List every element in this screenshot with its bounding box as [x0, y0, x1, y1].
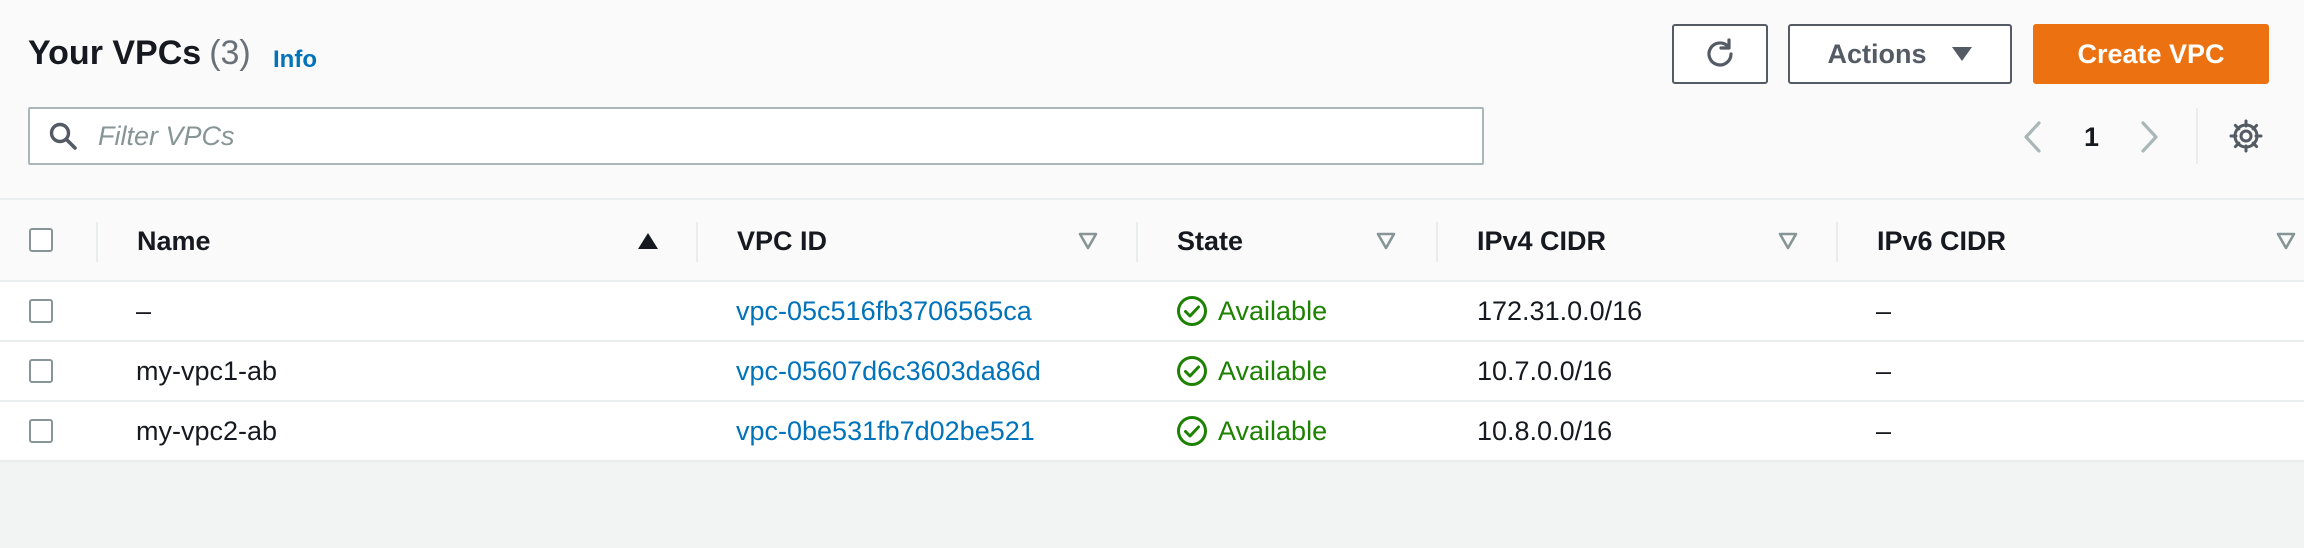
state-label: Available: [1218, 295, 1328, 326]
table-row[interactable]: my-vpc1-ab vpc-05607d6c3603da86d Availab…: [0, 342, 2304, 402]
page-title: Your VPCs (3): [28, 34, 251, 73]
vpc-count: (3): [209, 34, 251, 72]
column-separator: [96, 222, 98, 262]
ipv6-cidr: –: [1876, 355, 1892, 386]
refresh-icon: [1707, 38, 1733, 67]
column-header-state[interactable]: State: [1177, 200, 1243, 282]
info-link[interactable]: Info: [273, 46, 317, 74]
ipv4-cidr: 172.31.0.0/16: [1477, 295, 1643, 326]
vpc-table: Name VPC ID State IPv4 CIDR IPv6 CIDR – …: [0, 198, 2304, 462]
refresh-button[interactable]: [1672, 24, 1768, 84]
vpc-list-page: Your VPCs (3) Info Actions Create VPC Fi…: [0, 0, 2304, 548]
table-row[interactable]: – vpc-05c516fb3706565ca Available 172.31…: [0, 282, 2304, 342]
vpc-name: –: [136, 295, 152, 326]
table-row[interactable]: my-vpc2-ab vpc-0be531fb7d02be521 Availab…: [0, 402, 2304, 462]
row-checkbox[interactable]: [29, 419, 53, 443]
filter-box[interactable]: [28, 107, 1484, 165]
row-checkbox[interactable]: [29, 299, 53, 323]
vpc-name: my-vpc1-ab: [136, 355, 278, 386]
chevron-right-icon: [2141, 121, 2158, 153]
column-header-name[interactable]: Name: [137, 200, 211, 282]
sort-icon[interactable]: [2276, 232, 2296, 250]
ipv6-cidr: –: [1876, 415, 1892, 446]
state-label: Available: [1218, 355, 1328, 386]
column-header-vpc-id[interactable]: VPC ID: [737, 200, 827, 282]
column-separator: [696, 222, 698, 262]
column-header-ipv6-cidr[interactable]: IPv6 CIDR: [1877, 200, 2006, 282]
row-checkbox[interactable]: [29, 359, 53, 383]
vpc-id-link[interactable]: vpc-05c516fb3706565ca: [736, 282, 1032, 340]
sort-icon[interactable]: [1376, 232, 1396, 250]
actions-label: Actions: [1827, 38, 1927, 69]
sort-icon[interactable]: [1078, 232, 1098, 250]
page-title-text: Your VPCs: [28, 34, 202, 72]
gear-icon: [2229, 119, 2263, 153]
chevron-left-icon: [2024, 121, 2041, 153]
vpc-state: Available: [1176, 402, 1327, 460]
vpc-id-link[interactable]: vpc-05607d6c3603da86d: [736, 342, 1041, 400]
next-page-button[interactable]: [2140, 112, 2160, 162]
pager-divider: [2196, 108, 2198, 164]
current-page[interactable]: 1: [2084, 112, 2099, 162]
column-separator: [1436, 222, 1438, 262]
ipv6-cidr: –: [1876, 295, 1892, 326]
state-label: Available: [1218, 415, 1328, 446]
caret-down-icon: [1951, 47, 1972, 61]
ipv4-cidr: 10.8.0.0/16: [1477, 415, 1613, 446]
select-all-checkbox[interactable]: [29, 228, 53, 252]
filter-vpcs-input[interactable]: [96, 119, 1460, 153]
vpc-state: Available: [1176, 282, 1327, 340]
vpc-name: my-vpc2-ab: [136, 415, 278, 446]
check-circle-icon: [1177, 356, 1207, 386]
search-icon: [30, 121, 96, 151]
ipv4-cidr: 10.7.0.0/16: [1477, 355, 1613, 386]
sort-icon[interactable]: [1778, 232, 1798, 250]
column-header-ipv4-cidr[interactable]: IPv4 CIDR: [1477, 200, 1606, 282]
create-vpc-button[interactable]: Create VPC: [2033, 24, 2269, 84]
column-separator: [1836, 222, 1838, 262]
previous-page-button[interactable]: [2022, 112, 2042, 162]
settings-button[interactable]: [2228, 118, 2264, 159]
vpc-id-link[interactable]: vpc-0be531fb7d02be521: [736, 402, 1035, 460]
table-header: Name VPC ID State IPv4 CIDR IPv6 CIDR: [0, 198, 2304, 282]
check-circle-icon: [1177, 296, 1207, 326]
column-separator: [1136, 222, 1138, 262]
check-circle-icon: [1177, 416, 1207, 446]
header-panel: Your VPCs (3) Info Actions Create VPC Fi…: [0, 0, 2304, 198]
actions-button[interactable]: Actions: [1788, 24, 2012, 84]
vpc-state: Available: [1176, 342, 1327, 400]
sort-ascending-icon[interactable]: [637, 232, 659, 250]
